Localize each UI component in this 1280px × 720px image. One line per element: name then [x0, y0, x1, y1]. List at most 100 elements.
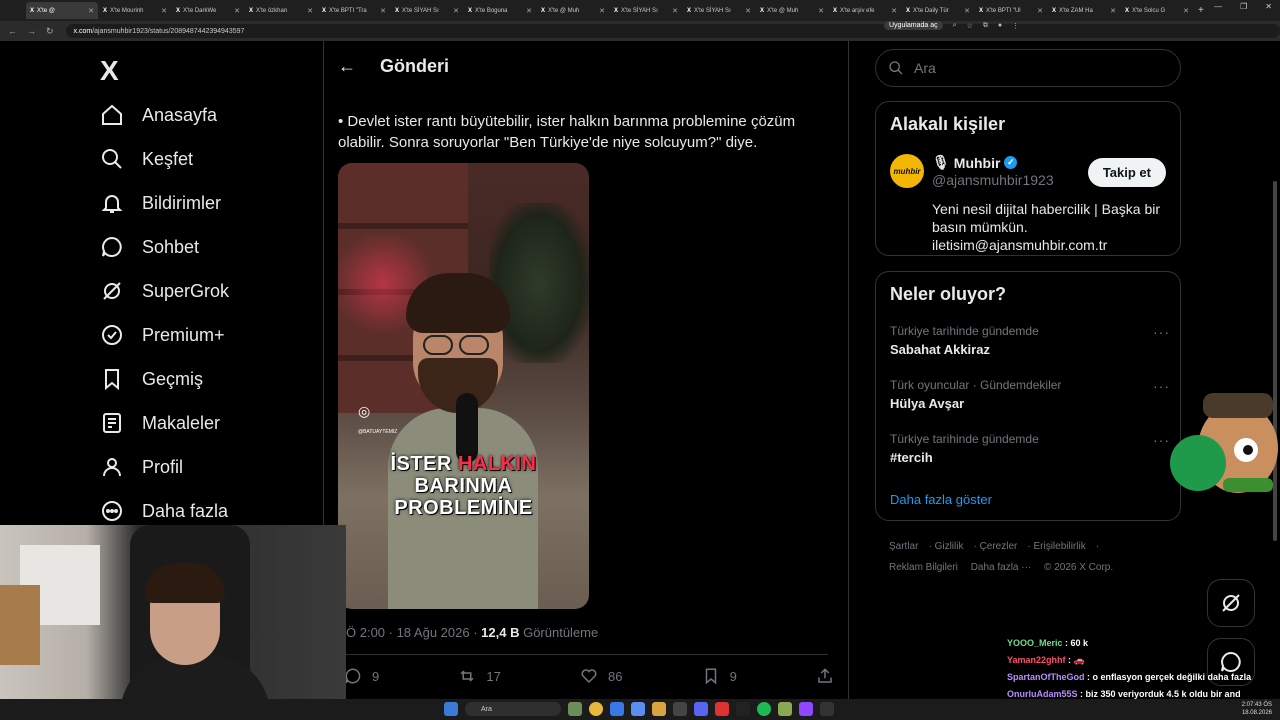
sidebar-item-more[interactable]: Daha fazla [100, 499, 228, 523]
footer-link[interactable]: Şartlar [889, 541, 918, 552]
tab-close-icon[interactable]: ✕ [891, 7, 897, 15]
sidebar-item-profile[interactable]: Profil [100, 455, 183, 479]
windows-start-icon[interactable] [444, 702, 458, 716]
trend-item[interactable]: Türkiye tarihinde gündemde Sabahat Akkir… [890, 324, 1170, 357]
sidebar-item-articles[interactable]: Makaleler [100, 411, 220, 435]
column-divider-right [848, 41, 849, 699]
bookmark-button[interactable]: 9 [702, 667, 737, 685]
tab-close-icon[interactable]: ✕ [672, 7, 678, 15]
browser-tab[interactable]: X X'te DarkWe ✕ [172, 2, 244, 19]
forward-nav-icon[interactable]: → [27, 26, 36, 37]
sidebar-item-history[interactable]: Geçmiş [100, 367, 203, 391]
browser-tab[interactable]: X X'te ZAM Ha ✕ [1048, 2, 1120, 19]
browser-tab[interactable]: X X'te SİYAH Sı ✕ [610, 2, 682, 19]
tab-label: X'te @ [37, 7, 55, 14]
app-icon[interactable] [610, 702, 624, 716]
reply-button[interactable]: 9 [344, 667, 379, 685]
browser-tab[interactable]: X X'te Daily Tür ✕ [902, 2, 974, 19]
app-icon[interactable] [778, 702, 792, 716]
tab-close-icon[interactable]: ✕ [964, 7, 970, 15]
tab-close-icon[interactable]: ✕ [1037, 7, 1043, 15]
system-clock[interactable]: 2:07:43 ÖS 18.08.2026 [1242, 701, 1272, 717]
app-icon[interactable] [631, 702, 645, 716]
browser-tab[interactable]: X X'te SİYAH Sı ✕ [683, 2, 755, 19]
trend-item[interactable]: Türk oyuncular · Gündemdekiler Hülya Avş… [890, 378, 1170, 411]
open-in-app-button[interactable]: Uygulamada aç [884, 21, 943, 30]
back-nav-icon[interactable]: ← [8, 26, 17, 37]
sidebar-item-home[interactable]: Anasayfa [100, 103, 217, 127]
minimize-icon[interactable]: — [1214, 2, 1222, 11]
browser-tab[interactable]: X X'te @ Muh ✕ [756, 2, 828, 19]
browser-tab[interactable]: X X'te Mourinh ✕ [99, 2, 171, 19]
tab-close-icon[interactable]: ✕ [1183, 7, 1189, 15]
footer-link[interactable]: Erişilebilirlik [1033, 541, 1085, 552]
tab-close-icon[interactable]: ✕ [307, 7, 313, 15]
like-button[interactable]: 86 [580, 667, 622, 685]
twitch-icon[interactable] [799, 702, 813, 716]
tab-close-icon[interactable]: ✕ [745, 7, 751, 15]
maximize-icon[interactable]: ❐ [1240, 2, 1247, 11]
spotify-icon[interactable] [757, 702, 771, 716]
tab-close-icon[interactable]: ✕ [161, 7, 167, 15]
app-icon[interactable] [820, 702, 834, 716]
app-icon[interactable] [568, 702, 582, 716]
browser-tab[interactable]: X X'te Boguna ✕ [464, 2, 536, 19]
sidebar-item-supergrok[interactable]: SuperGrok [100, 279, 229, 303]
post-video[interactable]: ◎ @BATUAYTEMIZ İSTER HALKIN BARINMA PROB… [338, 163, 589, 609]
sidebar-item-notifications[interactable]: Bildirimler [100, 191, 221, 215]
bookmark-star-icon[interactable]: ☆ [967, 22, 973, 30]
browser-tab[interactable]: X X'te özkhan ✕ [245, 2, 317, 19]
tab-close-icon[interactable]: ✕ [599, 7, 605, 15]
zoom-icon[interactable]: ⌕ [953, 22, 957, 30]
tab-close-icon[interactable]: ✕ [88, 7, 94, 15]
app-icon[interactable] [715, 702, 729, 716]
search-input[interactable]: Ara [875, 49, 1181, 87]
follow-button[interactable]: Takip et [1087, 158, 1166, 187]
browser-tab[interactable]: X X'te Solcu G ✕ [1121, 2, 1193, 19]
more-dots-icon[interactable]: ··· [1153, 324, 1170, 340]
taskbar-search[interactable]: Ara [465, 702, 561, 716]
x-logo[interactable]: X [100, 55, 119, 87]
tab-close-icon[interactable]: ✕ [234, 7, 240, 15]
close-window-icon[interactable]: ✕ [1265, 2, 1272, 11]
reload-icon[interactable]: ↻ [46, 26, 54, 37]
app-icon[interactable] [736, 702, 750, 716]
repost-button[interactable]: 17 [458, 667, 501, 685]
profile-icon[interactable]: ● [998, 22, 1002, 29]
share-button[interactable] [816, 667, 834, 685]
footer-link[interactable]: Reklam Bilgileri [889, 562, 958, 573]
post-header: ← Gönderi [324, 41, 848, 91]
tab-close-icon[interactable]: ✕ [818, 7, 824, 15]
tab-close-icon[interactable]: ✕ [1110, 7, 1116, 15]
browser-tab[interactable]: X X'te @ ✕ [26, 2, 98, 19]
extensions-icon[interactable]: ⧉ [983, 22, 988, 30]
browser-tab[interactable]: X X'te BPTI "Tra ✕ [318, 2, 390, 19]
browser-tab[interactable]: X X'te arşiv efe ✕ [829, 2, 901, 19]
app-icon[interactable] [673, 702, 687, 716]
browser-tab[interactable]: X X'te SİYAH Sı ✕ [391, 2, 463, 19]
browser-tab[interactable]: X X'te BPTI "Ul ✕ [975, 2, 1047, 19]
chrome-icon[interactable] [589, 702, 603, 716]
tab-close-icon[interactable]: ✕ [526, 7, 532, 15]
trend-item[interactable]: Türkiye tarihinde gündemde #tercih ··· [890, 432, 1170, 465]
x-favicon-icon: X [687, 7, 692, 14]
footer-link[interactable]: Çerezler [980, 541, 1018, 552]
discord-icon[interactable] [694, 702, 708, 716]
tab-close-icon[interactable]: ✕ [380, 7, 386, 15]
sidebar-item-explore[interactable]: Keşfet [100, 147, 193, 171]
sidebar-item-premium[interactable]: Premium+ [100, 323, 225, 347]
browser-tab[interactable]: X X'te @ Muh ✕ [537, 2, 609, 19]
show-more-link[interactable]: Daha fazla göster [890, 492, 992, 507]
folder-icon[interactable] [652, 702, 666, 716]
new-tab-icon[interactable]: + [1198, 5, 1204, 16]
avatar[interactable]: muhbir [890, 154, 924, 188]
grok-fab-button[interactable] [1207, 579, 1255, 627]
sidebar-item-chat[interactable]: Sohbet [100, 235, 199, 259]
browser-menu-icon[interactable]: ⋮ [1012, 22, 1019, 30]
footer-link[interactable]: Gizlilik [935, 541, 964, 552]
bookmark-icon [105, 369, 119, 391]
tab-close-icon[interactable]: ✕ [453, 7, 459, 15]
footer-link[interactable]: Daha fazla ··· [971, 562, 1032, 573]
share-icon [818, 668, 832, 683]
back-arrow-icon[interactable]: ← [338, 56, 356, 77]
